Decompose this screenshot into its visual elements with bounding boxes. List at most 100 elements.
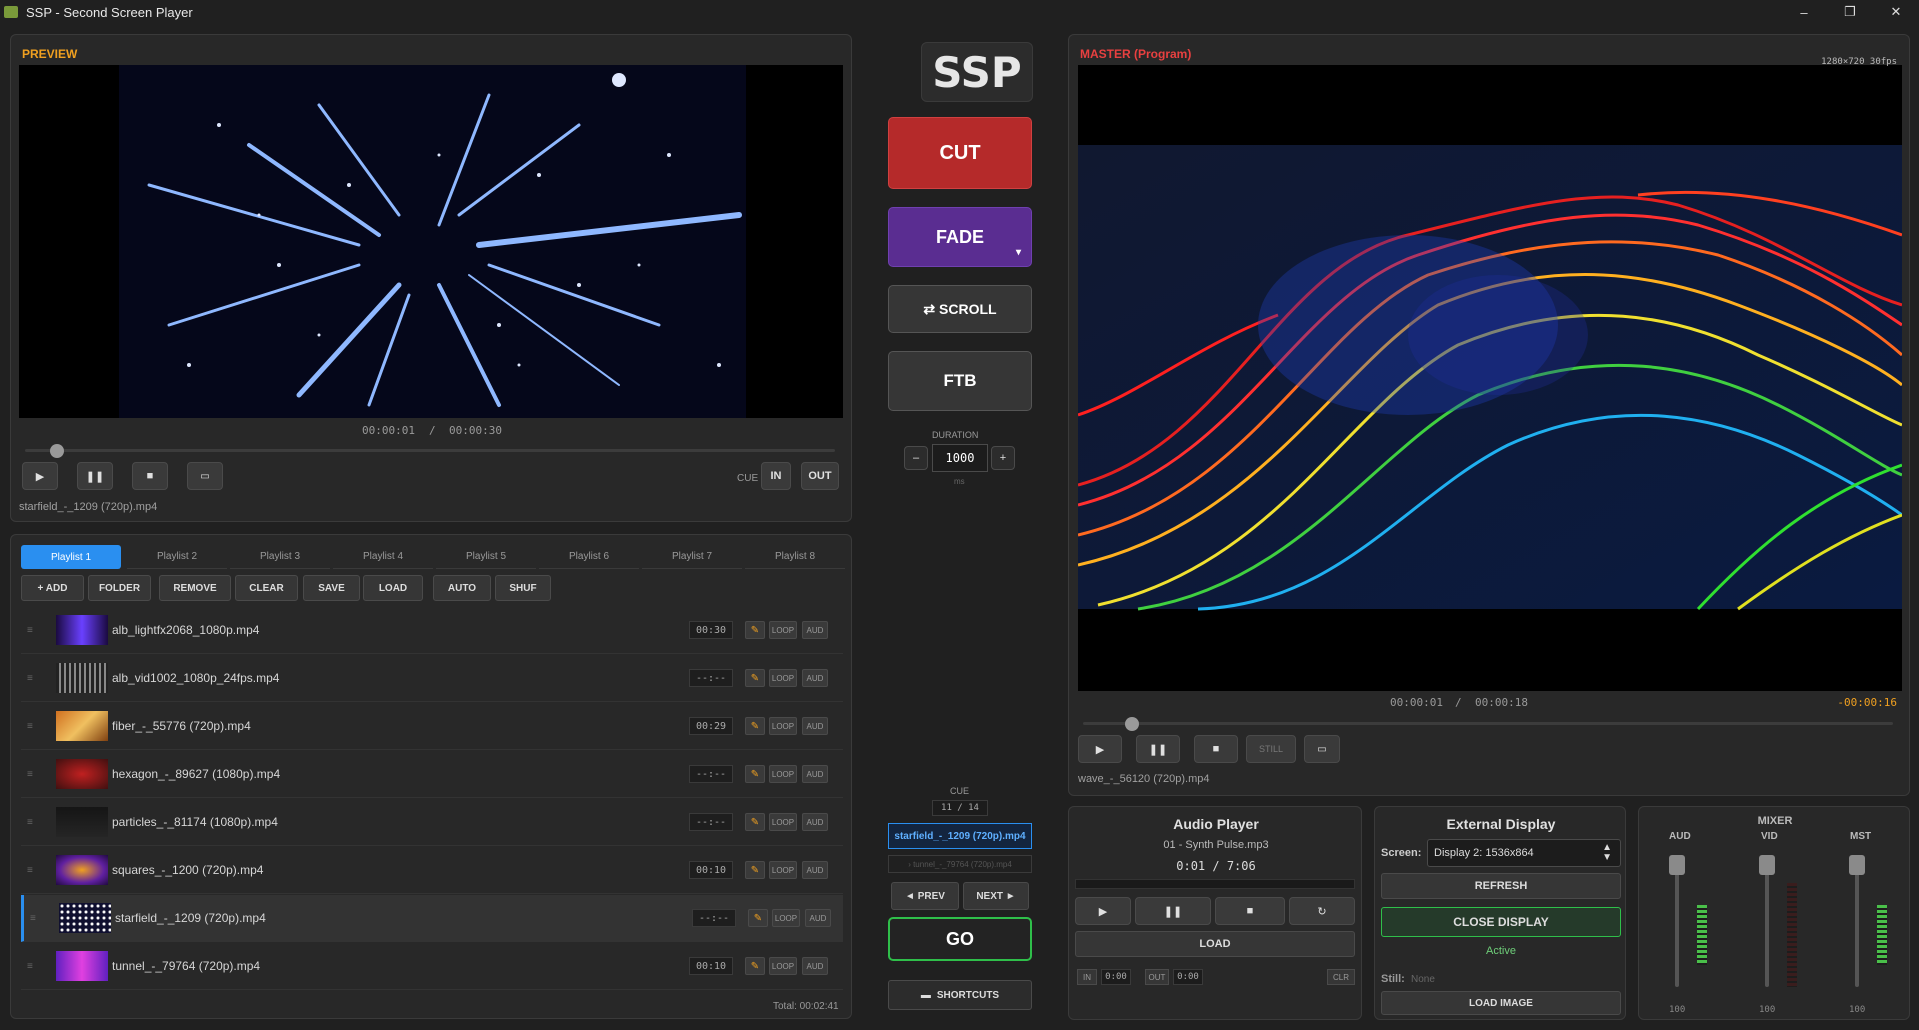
row-aud-button[interactable]: AUD [802,813,828,831]
clear-button[interactable]: CLEAR [235,575,298,601]
playlist-row[interactable]: ≡ starfield_-_1209 (720p).mp4 --:-- ✎ LOOP AU… [21,895,843,942]
refresh-button[interactable]: REFRESH [1381,873,1621,899]
preview-seek-knob[interactable] [50,444,65,458]
row-loop-button[interactable]: LOOP [769,669,797,687]
aud-fader-handle[interactable] [1669,855,1685,875]
row-edit-icon[interactable]: ✎ [745,813,765,831]
master-seek-knob[interactable] [1124,717,1139,731]
cut-button[interactable]: CUT [888,117,1032,189]
playlist-row[interactable]: ≡ particles_-_81174 (1080p).mp4 --:-- ✎ LOOP… [21,799,843,846]
master-still-button[interactable]: STILL [1246,735,1296,763]
drag-handle-icon[interactable]: ≡ [27,769,33,780]
row-loop-button[interactable]: LOOP [769,861,797,879]
drag-handle-icon[interactable]: ≡ [27,625,33,636]
folder-button[interactable]: FOLDER [88,575,151,601]
cue-in-button[interactable]: IN [761,462,791,490]
fade-dropdown-icon[interactable]: ▾ [1016,247,1021,258]
drag-handle-icon[interactable]: ≡ [27,721,33,732]
row-loop-button[interactable]: LOOP [769,813,797,831]
fade-button[interactable]: FADE ▾ [888,207,1032,267]
audio-out-value[interactable]: 0:00 [1173,969,1203,985]
duration-increase-button[interactable]: + [991,446,1015,470]
tab-playlist-1[interactable]: Playlist 1 [21,545,121,569]
tab-playlist-7[interactable]: Playlist 7 [642,545,742,569]
audio-load-button[interactable]: LOAD [1075,931,1355,957]
prev-button[interactable]: ◄ PREV [891,882,959,910]
row-loop-button[interactable]: LOOP [769,957,797,975]
row-aud-button[interactable]: AUD [802,717,828,735]
audio-stop-button[interactable]: ■ [1215,897,1285,925]
row-edit-icon[interactable]: ✎ [745,765,765,783]
ftb-button[interactable]: FTB [888,351,1032,411]
audio-in-button[interactable]: IN [1077,969,1097,985]
audio-out-button[interactable]: OUT [1145,969,1169,985]
audio-clear-button[interactable]: CLR [1327,969,1355,985]
preview-seek-bar[interactable] [25,449,835,452]
load-button[interactable]: LOAD [363,575,423,601]
load-image-button[interactable]: LOAD IMAGE [1381,991,1621,1015]
row-aud-button[interactable]: AUD [802,957,828,975]
row-loop-button[interactable]: LOOP [772,909,800,927]
row-loop-button[interactable]: LOOP [769,765,797,783]
preview-pause-button[interactable]: ❚❚ [77,462,113,490]
remove-button[interactable]: REMOVE [159,575,231,601]
add-button[interactable]: + ADD [21,575,84,601]
drag-handle-icon[interactable]: ≡ [27,961,33,972]
preview-subtitle-button[interactable]: ▭ [187,462,223,490]
playlist-row[interactable]: ≡ alb_vid1002_1080p_24fps.mp4 --:-- ✎ LOOP AU… [21,655,843,702]
audio-play-button[interactable]: ▶ [1075,897,1131,925]
tab-playlist-6[interactable]: Playlist 6 [539,545,639,569]
mst-fader-handle[interactable] [1849,855,1865,875]
playlist-row[interactable]: ≡ alb_lightfx2068_1080p.mp4 00:30 ✎ LOOP AUD [21,607,843,654]
audio-loop-button[interactable]: ↻ [1289,897,1355,925]
preview-play-button[interactable]: ▶ [22,462,58,490]
cue-current-item[interactable]: starfield_-_1209 (720p).mp4 [888,823,1032,849]
playlist-row[interactable]: ≡ fiber_-_55776 (720p).mp4 00:29 ✎ LOOP AUD [21,703,843,750]
save-button[interactable]: SAVE [303,575,360,601]
drag-handle-icon[interactable]: ≡ [27,865,33,876]
row-edit-icon[interactable]: ✎ [745,957,765,975]
duration-input[interactable]: 1000 [932,444,988,472]
auto-button[interactable]: AUTO [433,575,491,601]
master-video[interactable] [1078,65,1902,691]
tab-playlist-5[interactable]: Playlist 5 [436,545,536,569]
playlist-row[interactable]: ≡ squares_-_1200 (720p).mp4 00:10 ✎ LOOP AUD [21,847,843,894]
drag-handle-icon[interactable]: ≡ [27,817,33,828]
scroll-button[interactable]: ⇄ SCROLL [888,285,1032,333]
audio-progress-bar[interactable] [1075,879,1355,889]
next-button[interactable]: NEXT ► [963,882,1029,910]
tab-playlist-8[interactable]: Playlist 8 [745,545,845,569]
shuffle-button[interactable]: SHUF [495,575,551,601]
row-edit-icon[interactable]: ✎ [745,717,765,735]
master-subtitle-button[interactable]: ▭ [1304,735,1340,763]
screen-select[interactable]: Display 2: 1536x864 ▲ ▼ [1427,839,1621,867]
row-aud-button[interactable]: AUD [802,669,828,687]
row-loop-button[interactable]: LOOP [769,717,797,735]
row-edit-icon[interactable]: ✎ [745,861,765,879]
row-edit-icon[interactable]: ✎ [748,909,768,927]
row-loop-button[interactable]: LOOP [769,621,797,639]
duration-decrease-button[interactable]: – [904,446,928,470]
vid-fader-handle[interactable] [1759,855,1775,875]
go-button[interactable]: GO [888,917,1032,961]
drag-handle-icon[interactable]: ≡ [30,913,36,924]
row-aud-button[interactable]: AUD [805,909,831,927]
master-stop-button[interactable]: ■ [1194,735,1238,763]
preview-stop-button[interactable]: ■ [132,462,168,490]
close-window-button[interactable]: ✕ [1873,0,1919,24]
master-pause-button[interactable]: ❚❚ [1136,735,1180,763]
master-seek-bar[interactable] [1083,722,1893,725]
playlist-row[interactable]: ≡ tunnel_-_79764 (720p).mp4 00:10 ✎ LOOP AUD [21,943,843,990]
row-aud-button[interactable]: AUD [802,765,828,783]
maximize-button[interactable]: ❐ [1827,0,1873,24]
drag-handle-icon[interactable]: ≡ [27,673,33,684]
shortcuts-button[interactable]: ▬ SHORTCUTS [888,980,1032,1010]
playlist-row[interactable]: ≡ hexagon_-_89627 (1080p).mp4 --:-- ✎ LOOP AU… [21,751,843,798]
tab-playlist-4[interactable]: Playlist 4 [333,545,433,569]
tab-playlist-3[interactable]: Playlist 3 [230,545,330,569]
audio-in-value[interactable]: 0:00 [1101,969,1131,985]
preview-video[interactable] [19,65,843,418]
audio-pause-button[interactable]: ❚❚ [1135,897,1211,925]
close-display-button[interactable]: CLOSE DISPLAY [1381,907,1621,937]
cue-out-button[interactable]: OUT [801,462,839,490]
